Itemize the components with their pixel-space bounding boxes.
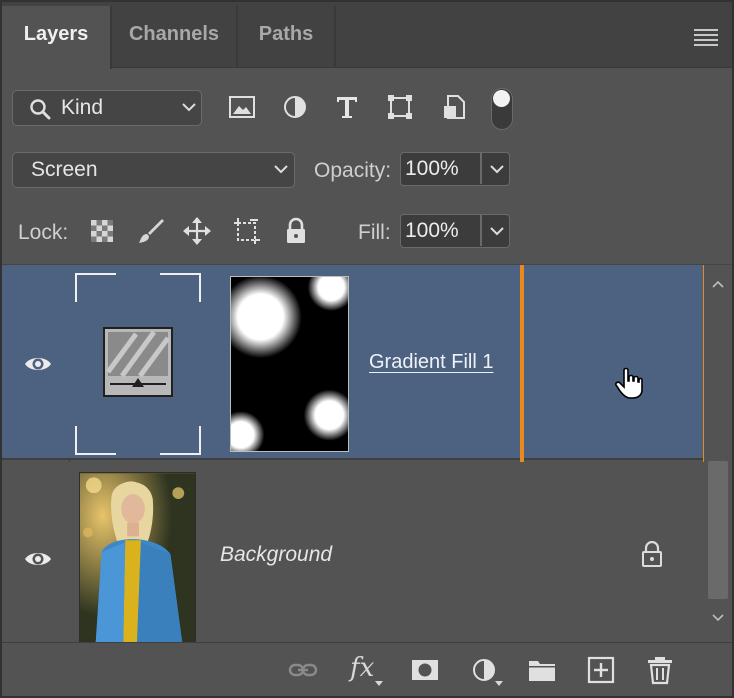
fill-field[interactable]: 100%: [400, 214, 510, 248]
chevron-down-icon: [274, 165, 288, 174]
blend-mode-value: Screen: [31, 158, 98, 181]
panel-tab-bar: Layers Channels Paths: [2, 2, 732, 69]
fill-label: Fill:: [358, 221, 391, 244]
opacity-label: Opacity:: [314, 159, 392, 182]
layers-panel: Layers Channels Paths Kind Screen Opacit…: [0, 0, 734, 698]
background-photo-thumbnail[interactable]: [79, 472, 196, 642]
filter-kind-dropdown[interactable]: Kind: [12, 90, 202, 126]
shape-filter-icon[interactable]: [385, 92, 415, 122]
scroll-up-icon[interactable]: [711, 279, 725, 289]
eye-icon[interactable]: [24, 549, 52, 569]
chevron-down-icon[interactable]: [487, 221, 507, 241]
type-filter-icon[interactable]: [332, 92, 362, 122]
layer-row-gradient-fill[interactable]: Gradient Fill 1: [2, 265, 707, 467]
fill-value: 100%: [405, 219, 459, 242]
layer-mask-icon[interactable]: [410, 655, 440, 685]
lock-transparent-pixels-icon[interactable]: [87, 216, 117, 246]
group-folder-icon[interactable]: [527, 655, 557, 685]
image-filter-icon[interactable]: [227, 92, 257, 122]
layers-scrollbar[interactable]: [704, 265, 732, 642]
hand-cursor-icon: [615, 367, 643, 399]
layer-name-gradient-fill[interactable]: Gradient Fill 1: [369, 351, 494, 374]
lock-all-icon[interactable]: [281, 216, 311, 246]
fx-dropdown-icon: [375, 681, 383, 686]
chevron-down-icon[interactable]: [487, 159, 507, 179]
layer-style-icon[interactable]: fx: [350, 653, 374, 683]
adjustment-dropdown-icon: [495, 681, 503, 686]
blend-mode-dropdown[interactable]: Screen: [12, 152, 295, 188]
panel-menu-icon[interactable]: [694, 29, 718, 46]
opacity-field[interactable]: 100%: [400, 152, 510, 186]
scroll-thumb[interactable]: [708, 461, 728, 599]
gradient-fill-thumbnail[interactable]: [74, 272, 202, 456]
new-layer-icon[interactable]: [586, 655, 616, 685]
layers-list: Gradient Fill 1 Background: [2, 265, 732, 642]
layer-mask-thumbnail[interactable]: [230, 276, 349, 452]
chevron-down-icon: [182, 103, 196, 112]
lock-label: Lock:: [18, 221, 69, 244]
smart-object-filter-icon[interactable]: [440, 92, 470, 122]
filter-kind-label: Kind: [61, 96, 104, 119]
filter-toggle[interactable]: [491, 88, 513, 130]
adjustment-filter-icon[interactable]: [280, 92, 310, 122]
tab-channels[interactable]: Channels: [112, 6, 238, 68]
delete-layer-icon[interactable]: [645, 655, 675, 685]
link-layers-icon[interactable]: [288, 655, 318, 685]
layer-row-background[interactable]: Background: [2, 462, 704, 642]
bottom-toolbar: fx: [2, 642, 732, 696]
tab-layers[interactable]: Layers: [2, 6, 112, 69]
eye-icon[interactable]: [24, 354, 52, 374]
scroll-down-icon[interactable]: [711, 613, 725, 623]
layer-name-background[interactable]: Background: [220, 543, 332, 567]
tab-paths[interactable]: Paths: [238, 6, 336, 68]
lock-icon: [642, 541, 662, 567]
opacity-value: 100%: [405, 157, 459, 180]
toggle-knob: [493, 90, 510, 107]
move-icon[interactable]: [182, 216, 212, 246]
artboard-lock-icon[interactable]: [232, 216, 262, 246]
brush-icon[interactable]: [136, 216, 166, 246]
search-icon: [30, 99, 51, 120]
